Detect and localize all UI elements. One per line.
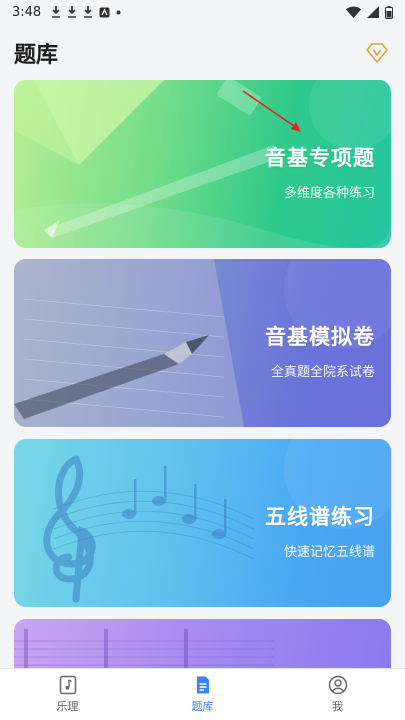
download-icon (68, 6, 77, 18)
tab-music-theory[interactable]: 乐理 (0, 669, 135, 720)
vip-diamond-icon[interactable] (363, 39, 391, 67)
status-bar: 3:48 (0, 0, 405, 24)
document-icon (196, 676, 209, 694)
dot-icon (116, 10, 121, 14)
card-text: 音基模拟卷 全真题全院系试卷 (265, 321, 375, 380)
card-topic-practice[interactable]: 音基专项题 多维度各种练习 (14, 80, 391, 248)
card-title: 音基专项题 (265, 146, 375, 170)
status-time: 3:48 (12, 4, 42, 20)
signal-icon (367, 6, 379, 18)
music-book-icon (59, 675, 76, 695)
card-subtitle: 快速记忆五线谱 (283, 545, 375, 560)
card-text: 五线谱练习 快速记忆五线谱 (265, 501, 375, 560)
profile-icon (328, 675, 347, 695)
download-icon (52, 6, 61, 18)
card-text: 音基专项题 多维度各种练习 (265, 142, 375, 201)
battery-icon (385, 5, 393, 19)
bottom-tab-bar: 乐理 题库 我 (0, 668, 405, 720)
tab-label: 我 (332, 700, 343, 713)
header: 题库 (0, 30, 405, 76)
tab-profile[interactable]: 我 (270, 669, 405, 720)
wifi-icon (346, 6, 361, 18)
red-arrow-annotation (242, 90, 301, 132)
card-subtitle: 多维度各种练习 (283, 186, 375, 201)
card-title: 音基模拟卷 (265, 325, 375, 349)
tab-question-bank[interactable]: 题库 (135, 669, 270, 720)
notification-icons (51, 6, 121, 18)
tab-label: 题库 (191, 700, 214, 713)
card-mock-exam[interactable]: 音基模拟卷 全真题全院系试卷 (14, 259, 391, 427)
page-title: 题库 (14, 43, 59, 68)
card-subtitle: 全真题全院系试卷 (270, 365, 375, 380)
card-title: 五线谱练习 (265, 505, 375, 529)
download-icon (84, 6, 93, 18)
tab-label: 乐理 (56, 700, 79, 713)
system-icons (346, 5, 393, 19)
card-staff-practice[interactable]: 五线谱练习 快速记忆五线谱 (14, 439, 391, 607)
app-notification-icon (99, 7, 110, 17)
